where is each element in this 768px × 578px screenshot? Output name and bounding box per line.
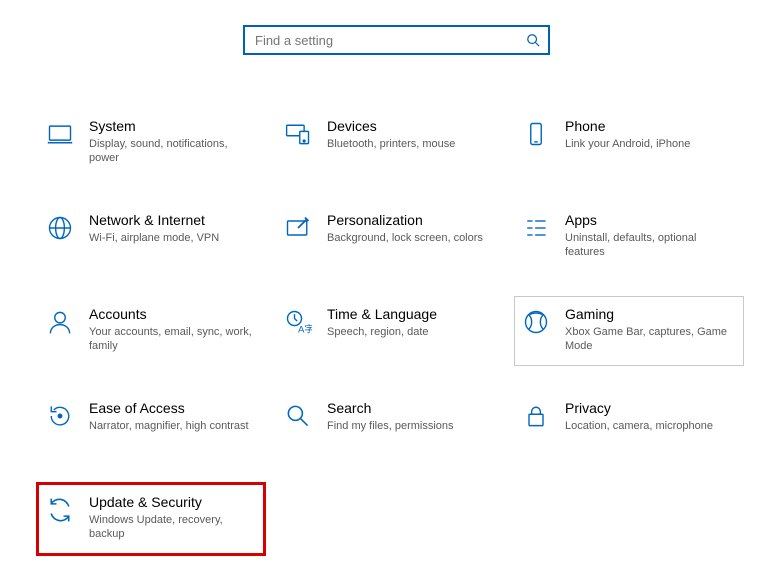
tile-title: Privacy — [565, 399, 731, 417]
tile-desc: Link your Android, iPhone — [565, 137, 731, 151]
search-input[interactable] — [253, 32, 526, 49]
tile-desc: Xbox Game Bar, captures, Game Mode — [565, 325, 731, 353]
tile-title: Apps — [565, 211, 731, 229]
tile-phone[interactable]: Phone Link your Android, iPhone — [514, 108, 744, 178]
tile-privacy[interactable]: Privacy Location, camera, microphone — [514, 390, 744, 460]
tile-desc: Windows Update, recovery, backup — [89, 513, 251, 541]
lock-icon — [521, 401, 551, 431]
phone-icon — [521, 119, 551, 149]
tile-gaming[interactable]: Gaming Xbox Game Bar, captures, Game Mod… — [514, 296, 744, 366]
magnifier-icon — [283, 401, 313, 431]
tile-desc: Your accounts, email, sync, work, family — [89, 325, 255, 353]
tile-apps[interactable]: Apps Uninstall, defaults, optional featu… — [514, 202, 744, 272]
tile-search[interactable]: Search Find my files, permissions — [276, 390, 506, 460]
apps-icon — [521, 213, 551, 243]
tile-time-language[interactable]: A字 Time & Language Speech, region, date — [276, 296, 506, 366]
tile-update-security[interactable]: Update & Security Windows Update, recove… — [36, 482, 266, 556]
tile-title: Ease of Access — [89, 399, 255, 417]
ease-of-access-icon — [45, 401, 75, 431]
tile-title: Time & Language — [327, 305, 493, 323]
tile-personalization[interactable]: Personalization Background, lock screen,… — [276, 202, 506, 272]
tile-desc: Background, lock screen, colors — [327, 231, 493, 245]
person-icon — [45, 307, 75, 337]
tile-title: System — [89, 117, 255, 135]
tile-title: Devices — [327, 117, 493, 135]
devices-icon — [283, 119, 313, 149]
settings-grid: System Display, sound, notifications, po… — [38, 108, 756, 578]
personalization-icon — [283, 213, 313, 243]
tile-title: Update & Security — [89, 493, 251, 511]
globe-icon — [45, 213, 75, 243]
search-box[interactable] — [243, 25, 550, 55]
tile-title: Gaming — [565, 305, 731, 323]
tile-system[interactable]: System Display, sound, notifications, po… — [38, 108, 268, 178]
svg-text:A字: A字 — [298, 324, 312, 336]
tile-title: Network & Internet — [89, 211, 255, 229]
tile-desc: Bluetooth, printers, mouse — [327, 137, 493, 151]
gaming-icon — [521, 307, 551, 337]
tile-title: Search — [327, 399, 493, 417]
tile-title: Personalization — [327, 211, 493, 229]
tile-ease-of-access[interactable]: Ease of Access Narrator, magnifier, high… — [38, 390, 268, 460]
time-language-icon: A字 — [283, 307, 313, 337]
tile-devices[interactable]: Devices Bluetooth, printers, mouse — [276, 108, 506, 178]
tile-title: Phone — [565, 117, 731, 135]
tile-network[interactable]: Network & Internet Wi-Fi, airplane mode,… — [38, 202, 268, 272]
tile-desc: Speech, region, date — [327, 325, 493, 339]
tile-desc: Display, sound, notifications, power — [89, 137, 255, 165]
sync-icon — [45, 495, 75, 525]
tile-desc: Find my files, permissions — [327, 419, 493, 433]
tile-desc: Location, camera, microphone — [565, 419, 731, 433]
settings-home: System Display, sound, notifications, po… — [0, 0, 768, 578]
tile-desc: Narrator, magnifier, high contrast — [89, 419, 255, 433]
search-icon — [526, 33, 540, 47]
tile-accounts[interactable]: Accounts Your accounts, email, sync, wor… — [38, 296, 268, 366]
tile-desc: Uninstall, defaults, optional features — [565, 231, 731, 259]
tile-title: Accounts — [89, 305, 255, 323]
tile-desc: Wi-Fi, airplane mode, VPN — [89, 231, 255, 245]
system-icon — [45, 119, 75, 149]
